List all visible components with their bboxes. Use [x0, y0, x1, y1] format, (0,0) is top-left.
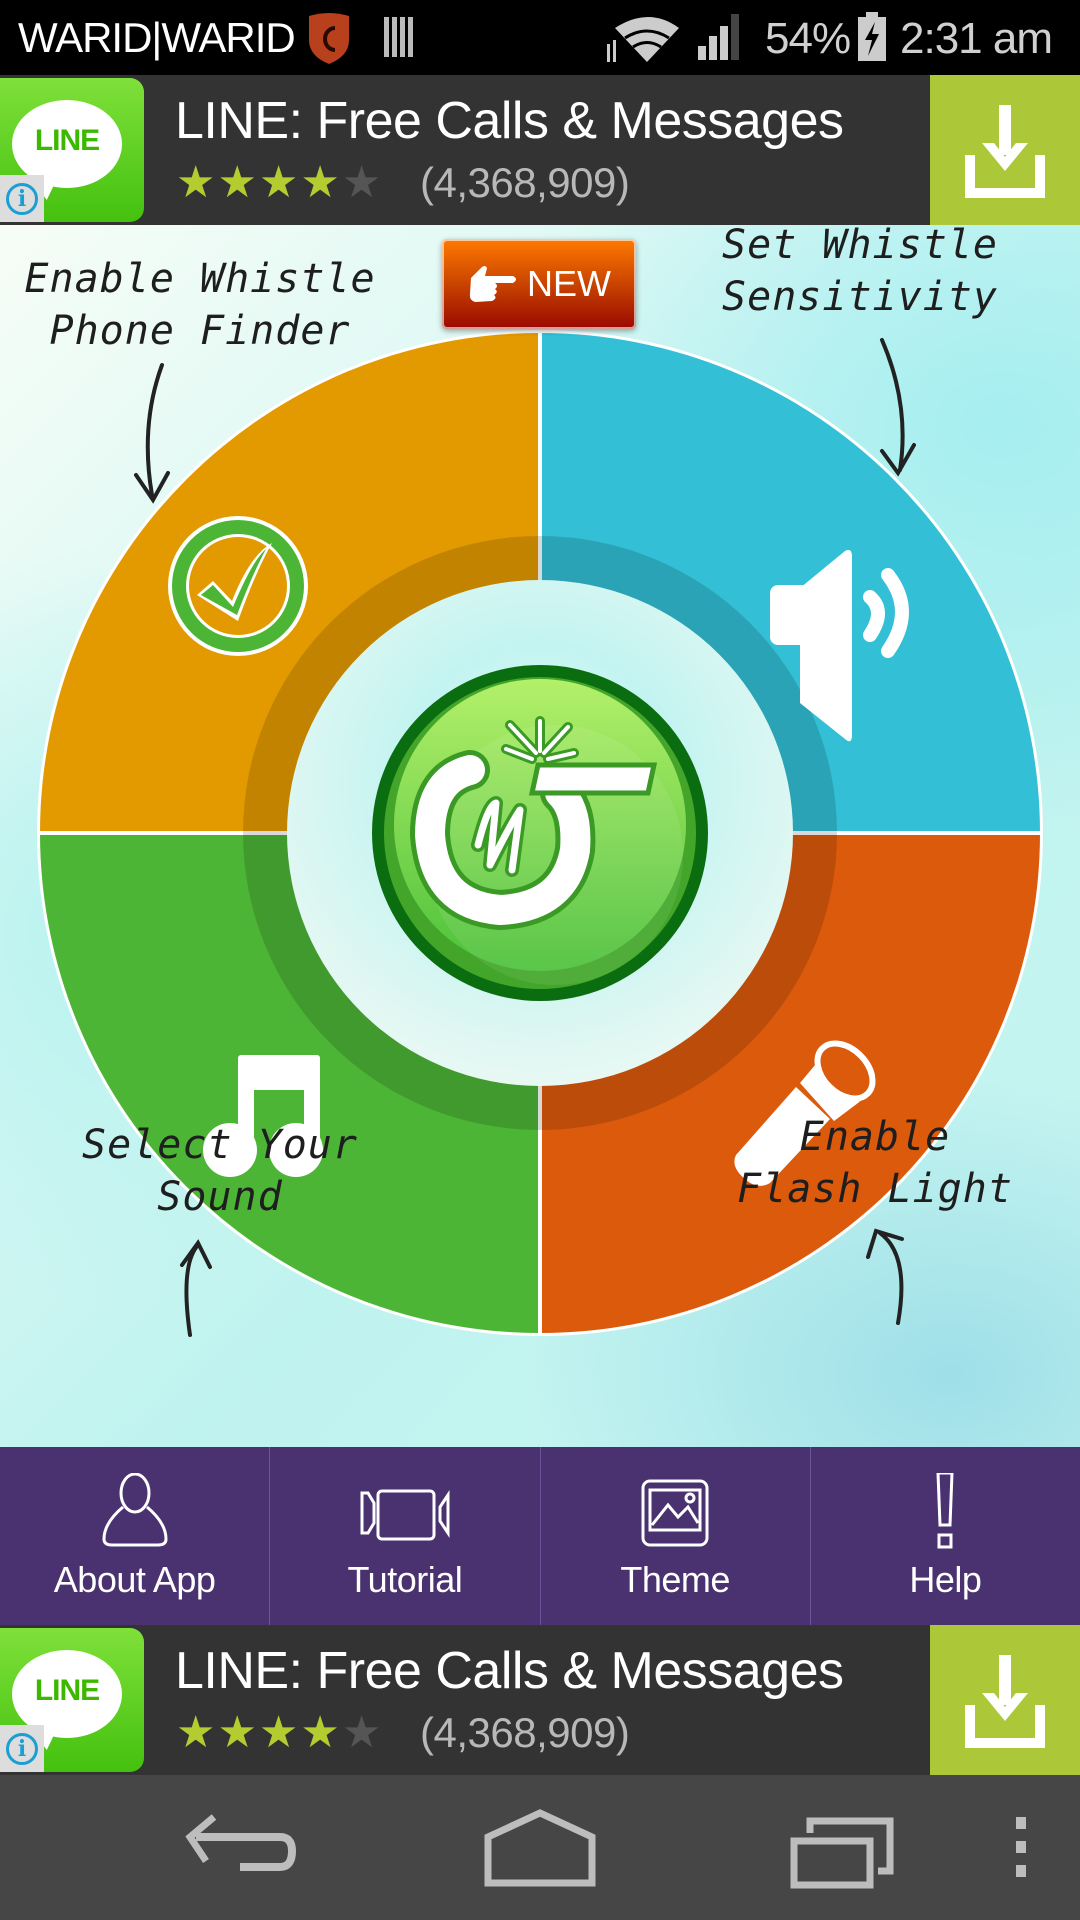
- battery-percent: 54%: [765, 14, 851, 63]
- download-icon: [965, 105, 1045, 198]
- star-filled-icon: ★: [176, 1708, 216, 1757]
- check-circle-icon: [168, 516, 308, 656]
- label-enable-whistle-line1: Enable Whistle: [24, 256, 376, 302]
- wifi-icon: [607, 17, 679, 62]
- label-sound-line2: Sound: [157, 1174, 283, 1220]
- ad-banner-bottom[interactable]: LINE i LINE: Free Calls & Messages ★ ★ ★…: [0, 1625, 1080, 1775]
- nav-help-label: Help: [909, 1559, 982, 1600]
- carrier-name: WARID|WARID: [18, 14, 296, 61]
- ad-rating-count: (4,368,909): [420, 1709, 630, 1756]
- ad-rating-count: (4,368,909): [420, 159, 630, 206]
- label-flash-line1: Enable: [799, 1114, 951, 1160]
- cell-signal-icon: [698, 14, 739, 60]
- video-camera-icon: [360, 1489, 450, 1541]
- star-filled-icon: ★: [258, 1708, 299, 1757]
- recent-apps-icon[interactable]: [790, 1803, 900, 1893]
- ad-app-title[interactable]: LINE: Free Calls & Messages: [175, 91, 844, 151]
- ad-rating-stars: ★ ★ ★ ★ ★: [176, 161, 381, 205]
- pointing-hand-icon: [469, 266, 516, 302]
- star-filled-icon: ★: [176, 158, 216, 207]
- clock: 2:31 am: [900, 14, 1053, 63]
- label-sound-line1: Select Your: [82, 1122, 358, 1168]
- star-filled-icon: ★: [300, 158, 340, 207]
- new-badge-label: NEW: [527, 263, 611, 304]
- overflow-menu-icon[interactable]: [1010, 1803, 1034, 1893]
- system-nav-bar: [0, 1775, 1080, 1920]
- label-flash-light: Enable Flash Light: [720, 1111, 1030, 1215]
- star-filled-icon: ★: [300, 1708, 340, 1757]
- ad-info-button[interactable]: i: [0, 1725, 44, 1772]
- label-sensitivity-line1: Set Whistle: [722, 225, 998, 268]
- nav-about-app-label: About App: [53, 1559, 216, 1600]
- ad-banner-top[interactable]: LINE i LINE: Free Calls & Messages ★ ★ ★…: [0, 75, 1080, 225]
- main-dashboard: NEW Enable Whistle Phone Finder Set Whis…: [0, 225, 1080, 1447]
- label-enable-whistle: Enable Whistle Phone Finder: [20, 253, 380, 357]
- label-enable-whistle-line2: Phone Finder: [49, 308, 351, 354]
- star-empty-icon: ★: [341, 1708, 382, 1757]
- nav-tutorial[interactable]: Tutorial: [270, 1447, 541, 1625]
- star-filled-icon: ★: [217, 1708, 257, 1757]
- ad-download-button[interactable]: [930, 1625, 1080, 1775]
- nav-theme-label: Theme: [620, 1559, 730, 1600]
- status-bar: WARID|WARID 54% 2:31 am: [0, 0, 1080, 75]
- new-badge-button[interactable]: NEW: [442, 239, 636, 329]
- line-logo-text: LINE: [34, 1674, 100, 1707]
- nav-theme[interactable]: Theme: [541, 1447, 811, 1625]
- person-icon: [102, 1473, 168, 1547]
- exclamation-icon: [936, 1473, 954, 1549]
- bottom-nav: About App Tutorial Theme Help: [0, 1447, 1080, 1625]
- ad-download-button[interactable]: [930, 75, 1080, 225]
- label-sensitivity-line2: Sensitivity: [722, 274, 998, 320]
- home-icon[interactable]: [480, 1803, 600, 1893]
- nav-about-app[interactable]: About App: [0, 1447, 271, 1625]
- back-icon[interactable]: [180, 1803, 300, 1893]
- star-empty-icon: ★: [341, 158, 382, 207]
- barcode-icon: [384, 17, 413, 57]
- ad-rating-stars: ★ ★ ★ ★ ★: [176, 1711, 381, 1755]
- label-sensitivity: Set Whistle Sensitivity: [700, 225, 1020, 323]
- nav-help[interactable]: Help: [811, 1447, 1080, 1625]
- label-select-sound: Select Your Sound: [70, 1119, 370, 1223]
- feature-wheel: [37, 330, 1043, 1337]
- label-flash-line2: Flash Light: [737, 1166, 1013, 1212]
- star-filled-icon: ★: [258, 158, 299, 207]
- star-filled-icon: ★: [217, 158, 257, 207]
- center-whistle-button[interactable]: [372, 665, 708, 1001]
- security-shield-icon: [309, 13, 349, 64]
- image-icon: [641, 1479, 709, 1547]
- ad-app-title[interactable]: LINE: Free Calls & Messages: [175, 1641, 844, 1701]
- battery-charging-icon: [858, 12, 886, 61]
- nav-tutorial-label: Tutorial: [347, 1559, 463, 1600]
- ad-info-button[interactable]: i: [0, 175, 44, 222]
- info-icon: i: [6, 183, 38, 215]
- info-icon: i: [6, 1733, 38, 1765]
- line-logo-text: LINE: [34, 124, 100, 157]
- download-icon: [965, 1655, 1045, 1748]
